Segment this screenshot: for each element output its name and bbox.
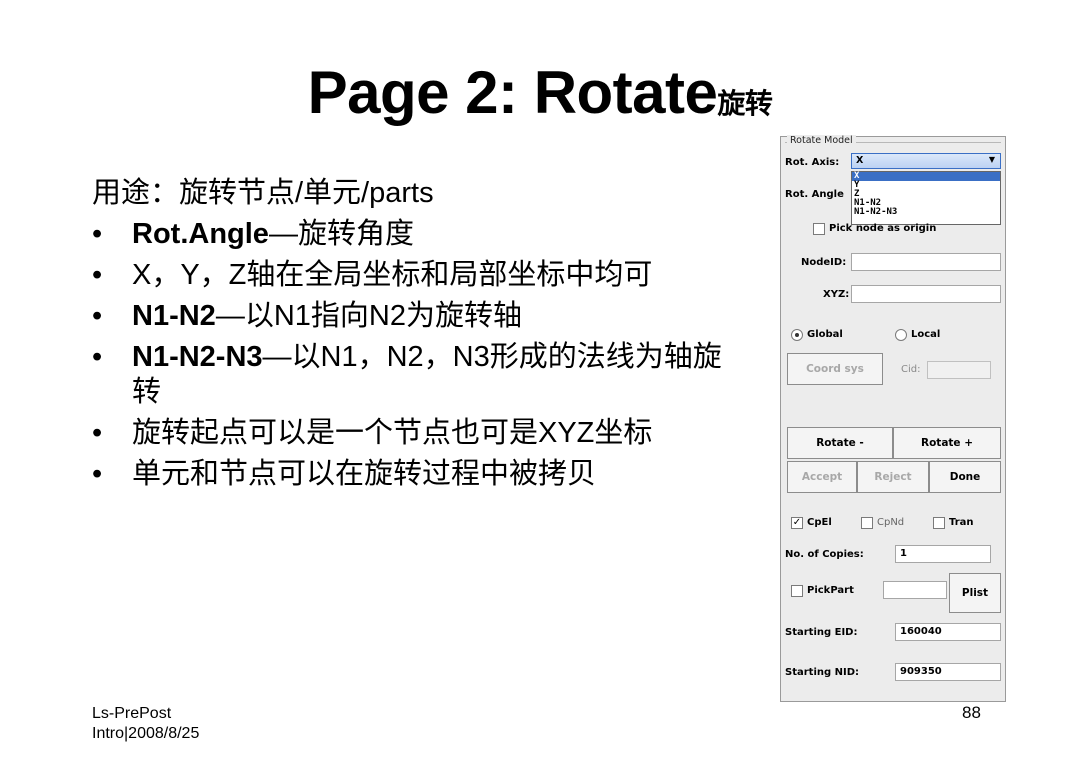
start-nid-input[interactable]: 909350 xyxy=(895,663,1001,681)
bullet-text: 单元和节点可以在旋转过程中被拷贝 xyxy=(132,458,597,490)
cpel-checkbox[interactable]: ✓ xyxy=(791,517,803,529)
axis-option[interactable]: X xyxy=(852,172,1000,181)
bullet-text: X，Y，Z轴在全局坐标和局部坐标中均可 xyxy=(132,259,653,291)
xyz-label: XYZ: xyxy=(823,289,850,300)
bullet-glyph: • xyxy=(92,259,103,291)
footer-line-2: Intro|2008/8/25 xyxy=(92,725,200,742)
axis-option[interactable]: Y xyxy=(852,181,1000,190)
cpnd-checkbox[interactable] xyxy=(861,517,873,529)
cpnd-label: CpNd xyxy=(877,517,905,528)
pickpart-checkbox[interactable] xyxy=(791,585,803,597)
footer-line-1: Ls-PrePost xyxy=(92,705,172,722)
rot-axis-label: Rot. Axis: xyxy=(785,157,840,168)
bullet-text: —旋转角度 xyxy=(268,218,414,250)
local-label: Local xyxy=(911,329,941,340)
bullet-item: • 旋转起点可以是一个节点也可是XYZ坐标 xyxy=(92,416,722,451)
tran-checkbox[interactable] xyxy=(933,517,945,529)
bullet-item: • N1-N2-N3—以N1，N2，N3形成的法线为轴旋转 xyxy=(92,340,722,410)
footer: Ls-PrePost Intro|2008/8/25 xyxy=(92,704,199,744)
nodeid-input[interactable] xyxy=(851,253,1001,271)
bullet-item: • 单元和节点可以在旋转过程中被拷贝 xyxy=(92,457,722,492)
local-radio[interactable] xyxy=(895,329,907,341)
group-title: Rotate Model xyxy=(787,135,856,146)
copies-label: No. of Copies: xyxy=(785,549,864,560)
bullet-item: • Rot.Angle—旋转角度 xyxy=(92,217,722,252)
start-nid-label: Starting NID: xyxy=(785,667,860,678)
reject-button[interactable]: Reject xyxy=(857,461,929,493)
bullet-item: • N1-N2—以N1指向N2为旋转轴 xyxy=(92,299,722,334)
bullet-bold: Rot.Angle xyxy=(132,218,269,250)
rotate-plus-button[interactable]: Rotate + xyxy=(893,427,1001,459)
tran-label: Tran xyxy=(949,517,974,528)
bullet-text: 旋转起点可以是一个节点也可是XYZ坐标 xyxy=(132,417,653,449)
bullet-list: • Rot.Angle—旋转角度 • X，Y，Z轴在全局坐标和局部坐标中均可 • N1… xyxy=(92,217,722,492)
pickpart-label: PickPart xyxy=(807,585,854,596)
bullet-text: —以N1指向N2为旋转轴 xyxy=(215,300,522,332)
copies-input[interactable]: 1 xyxy=(895,545,991,563)
rot-axis-options: X Y Z N1-N2 N1-N2-N3 xyxy=(851,171,1001,225)
coord-sys-button[interactable]: Coord sys xyxy=(787,353,883,385)
nodeid-label: NodeID: xyxy=(801,257,847,268)
bullet-glyph: • xyxy=(92,300,103,332)
cpel-label: CpEl xyxy=(807,517,832,528)
axis-option[interactable]: N1-N2-N3 xyxy=(852,208,1000,217)
pickpart-input[interactable] xyxy=(883,581,947,599)
radio-selected-dot xyxy=(795,333,799,337)
start-eid-label: Starting EID: xyxy=(785,627,858,638)
bullet-glyph: • xyxy=(92,458,103,490)
start-eid-input[interactable]: 160040 xyxy=(895,623,1001,641)
rot-axis-dropdown[interactable]: X ▼ xyxy=(851,153,1001,169)
chevron-down-icon: ▼ xyxy=(988,155,995,164)
slide-title-main: Page 2: Rotate xyxy=(307,59,718,126)
pick-node-checkbox[interactable] xyxy=(813,223,825,235)
bullet-bold: N1-N2-N3 xyxy=(132,341,263,373)
global-label: Global xyxy=(807,329,843,340)
bullet-glyph: • xyxy=(92,341,103,373)
bullet-item: • X，Y，Z轴在全局坐标和局部坐标中均可 xyxy=(92,258,722,293)
xyz-input[interactable] xyxy=(851,285,1001,303)
slide-body: 用途：旋转节点/单元/parts • Rot.Angle—旋转角度 • X，Y，Z轴… xyxy=(92,176,722,498)
plist-button[interactable]: Plist xyxy=(949,573,1001,613)
rotate-model-panel: Rotate Model Rot. Axis: X ▼ X Y Z N1-N2 … xyxy=(780,135,1006,702)
accept-button[interactable]: Accept xyxy=(787,461,857,493)
bullet-glyph: • xyxy=(92,218,103,250)
pick-node-label: Pick node as origin xyxy=(829,223,937,234)
cid-input[interactable] xyxy=(927,361,991,379)
rotate-minus-button[interactable]: Rotate - xyxy=(787,427,893,459)
global-radio[interactable] xyxy=(791,329,803,341)
cid-label: Cid: xyxy=(901,364,921,375)
slide-title: Page 2: Rotate旋转 xyxy=(0,58,1080,127)
slide-title-suffix: 旋转 xyxy=(717,87,773,120)
rot-axis-value: X xyxy=(856,155,864,166)
rot-angle-label: Rot. Angle xyxy=(785,189,844,200)
bullet-bold: N1-N2 xyxy=(132,300,216,332)
done-button[interactable]: Done xyxy=(929,461,1001,493)
page-number: 88 xyxy=(962,703,981,722)
bullet-glyph: • xyxy=(92,417,103,449)
intro-line: 用途：旋转节点/单元/parts xyxy=(92,177,434,209)
